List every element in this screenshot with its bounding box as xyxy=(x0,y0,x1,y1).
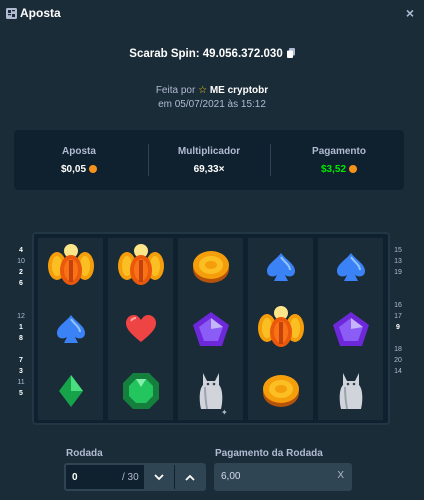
gold-coin-icon xyxy=(178,238,243,296)
reel-3 xyxy=(178,238,243,420)
payout-value: $3,52 xyxy=(274,164,404,175)
stats-panel: Aposta $0,05 Multiplicador 69,33× Pagame… xyxy=(14,130,404,190)
user-name[interactable]: ME cryptobr xyxy=(210,85,268,96)
round-next-button[interactable] xyxy=(175,465,205,489)
round-payout-multiplier-sign: X xyxy=(337,470,344,481)
round-value[interactable]: 0 xyxy=(72,472,78,483)
red-heart-icon xyxy=(108,300,173,358)
scarab-icon xyxy=(38,238,103,296)
bet-icon xyxy=(6,8,17,19)
close-icon[interactable]: × xyxy=(406,5,414,21)
round-payout-value: 6,00 xyxy=(221,471,241,482)
spin-title-text: Scarab Spin: 49.056.372.030 xyxy=(129,48,283,60)
round-prev-button[interactable] xyxy=(144,465,174,489)
round-payout-label: Pagamento da Rodada xyxy=(215,448,323,459)
silver-cat-icon xyxy=(318,362,383,420)
reel-4 xyxy=(248,238,313,420)
chevron-up-icon xyxy=(185,474,195,481)
round-stepper[interactable]: 0 / 30 xyxy=(64,463,206,491)
reel-1 xyxy=(38,238,103,420)
spin-date: em 05/07/2021 às 15:12 xyxy=(158,99,266,110)
scarab-icon xyxy=(108,238,173,296)
spin-title: Scarab Spin: 49.056.372.030 xyxy=(0,48,424,60)
purple-pentagon-icon xyxy=(318,300,383,358)
sparkle-icon: ✦ xyxy=(221,408,228,417)
blue-spade-icon xyxy=(318,238,383,296)
gold-coin-icon xyxy=(248,362,313,420)
green-diamond-icon xyxy=(38,362,103,420)
title-bar: Aposta × xyxy=(0,0,424,28)
coin-icon xyxy=(349,165,358,173)
paylines-left: 4 10 2 6 12 1 8 7 3 11 5 xyxy=(17,247,25,397)
reel-grid xyxy=(32,232,390,425)
scarab-icon xyxy=(248,300,313,358)
window-title: Aposta xyxy=(20,6,61,20)
round-label: Rodada xyxy=(66,448,103,459)
blue-spade-icon xyxy=(248,238,313,296)
paylines-right: 15 13 19 16 17 9 18 20 14 xyxy=(394,247,402,375)
round-payout-field[interactable]: 6,00 X xyxy=(214,463,352,491)
divider xyxy=(270,144,271,176)
reel-5 xyxy=(318,238,383,420)
stat-payout: Pagamento $3,52 xyxy=(274,130,404,190)
purple-pentagon-icon xyxy=(178,300,243,358)
bet-value: $0,05 xyxy=(14,164,144,175)
made-by-prefix: Feita por xyxy=(155,85,196,96)
stat-bet: Aposta $0,05 xyxy=(14,130,144,190)
multiplier-value: 69,33× xyxy=(193,164,225,175)
made-by: Feita por ☆ ME cryptobr xyxy=(0,85,424,96)
silver-cat-icon xyxy=(178,362,243,420)
round-total: / 30 xyxy=(122,472,139,483)
chevron-down-icon xyxy=(154,473,164,480)
coin-icon xyxy=(89,165,98,173)
bet-label: Aposta xyxy=(62,146,96,157)
star-icon: ☆ xyxy=(198,85,208,96)
payout-label: Pagamento xyxy=(312,146,366,157)
reel-2 xyxy=(108,238,173,420)
copy-icon[interactable] xyxy=(286,48,295,58)
multiplier-label: Multiplicador xyxy=(177,146,241,157)
green-gem-icon xyxy=(108,362,173,420)
stat-multiplier: Multiplicador 69,33× xyxy=(144,130,274,190)
blue-spade-icon xyxy=(38,300,103,358)
